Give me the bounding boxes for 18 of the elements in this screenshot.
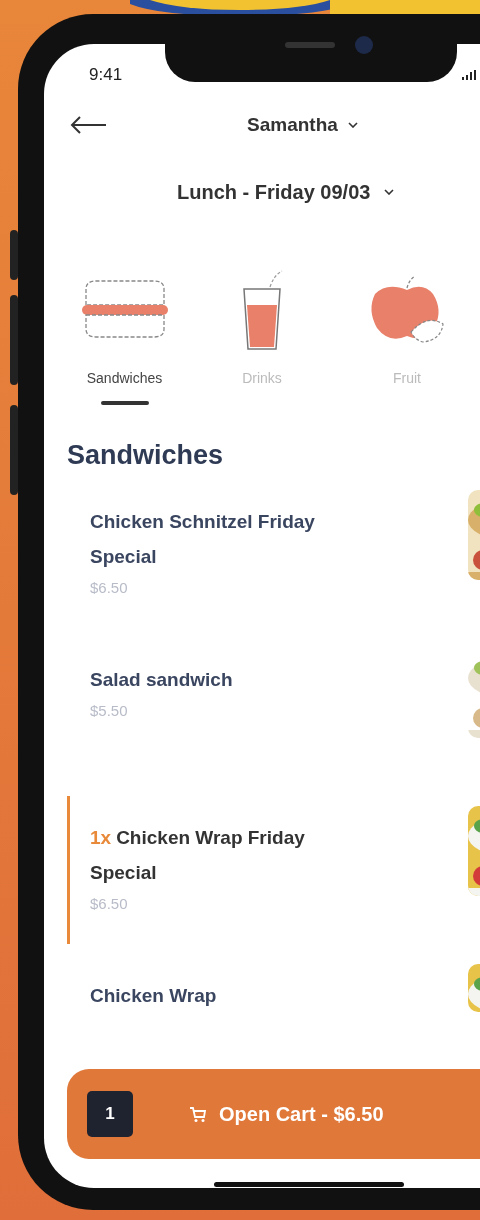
- item-price: $6.50: [90, 893, 129, 914]
- menu-item-row[interactable]: Chicken Wrap: [44, 953, 480, 1016]
- item-name: Salad sandwich: [90, 667, 234, 692]
- menu-item-row[interactable]: Salad sandwich $5.50: [44, 637, 480, 796]
- menu-item-row[interactable]: 1x Chicken Wrap Friday Special $6.50: [44, 795, 480, 954]
- meal-selector[interactable]: Lunch - Friday 09/03: [177, 177, 395, 207]
- item-name: Chicken Schnitzel Friday Special: [90, 509, 316, 569]
- child-selector[interactable]: Samantha: [247, 110, 358, 140]
- item-name: Chicken Wrap: [90, 983, 218, 1008]
- category-tab[interactable]: Sandwiches: [67, 266, 182, 405]
- menu-item-row[interactable]: Chicken Schnitzel Friday Special $6.50: [44, 479, 480, 638]
- open-cart-button[interactable]: 1 Open Cart - $6.50: [67, 1069, 480, 1159]
- status-time: 9:41: [89, 64, 123, 87]
- item-price: $5.50: [90, 700, 129, 721]
- item-name: 1x Chicken Wrap Friday Special: [90, 825, 306, 885]
- cart-count-badge: 1: [87, 1091, 133, 1137]
- section-heading: Sandwiches: [66, 439, 225, 472]
- item-price: $6.50: [90, 577, 129, 598]
